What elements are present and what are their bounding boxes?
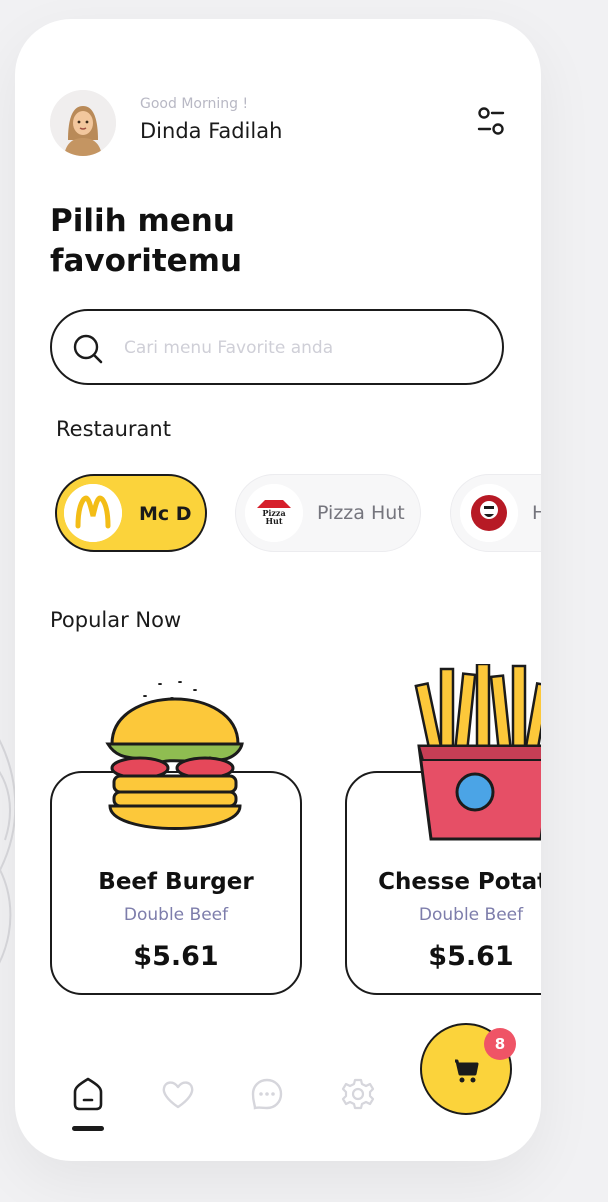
cart-count-badge: 8: [484, 1028, 516, 1060]
restaurant-chip-mcd[interactable]: Mc D: [55, 474, 207, 552]
mcd-logo-icon: [64, 484, 122, 542]
food-name: Chesse Potato: [378, 869, 541, 895]
search-icon: [73, 334, 103, 364]
filter-button[interactable]: [471, 105, 511, 139]
food-price: $5.61: [133, 941, 219, 972]
food-subtitle: Double Beef: [123, 905, 229, 925]
popular-section-label: Popular Now: [50, 608, 182, 632]
kfc-logo-icon: [460, 484, 518, 542]
chip-label: Mc D: [139, 503, 192, 525]
chip-label: Pizza Hut: [317, 502, 405, 524]
burger-image: [105, 681, 244, 830]
heart-icon: [162, 1081, 194, 1109]
restaurant-section-label: Restaurant: [56, 417, 171, 441]
pizza-hut-logo-icon: Pizza Hut: [245, 484, 303, 542]
nav-active-indicator: [72, 1126, 104, 1131]
fries-image: [414, 664, 541, 841]
settings-icon: [341, 1078, 375, 1110]
phone-screen: Good Morning ! Dinda Fadilah Pilih menu …: [15, 19, 541, 1161]
svg-text:Hut: Hut: [265, 516, 282, 526]
nav-chat[interactable]: [249, 1076, 285, 1112]
food-price: $5.61: [428, 941, 514, 972]
search-input[interactable]: [122, 329, 476, 367]
page-title: Pilih menu favoritemu: [50, 203, 243, 279]
chip-label: H: [532, 502, 541, 524]
restaurant-chip-pizza-hut[interactable]: Pizza Hut Pizza Hut: [235, 474, 421, 552]
greeting-text: Good Morning !: [140, 96, 249, 112]
search-bar[interactable]: [50, 309, 504, 385]
nav-home[interactable]: [70, 1076, 106, 1112]
user-name: Dinda Fadilah: [140, 119, 283, 143]
nav-favorites[interactable]: [160, 1076, 196, 1112]
home-icon: [73, 1077, 103, 1111]
food-subtitle: Double Beef: [418, 905, 524, 925]
chat-icon: [251, 1078, 283, 1110]
nav-settings[interactable]: [340, 1076, 376, 1112]
filter-icon: [477, 107, 505, 135]
avatar[interactable]: [50, 90, 116, 156]
food-name: Beef Burger: [98, 869, 254, 895]
restaurant-chip-kfc[interactable]: H: [450, 474, 541, 552]
